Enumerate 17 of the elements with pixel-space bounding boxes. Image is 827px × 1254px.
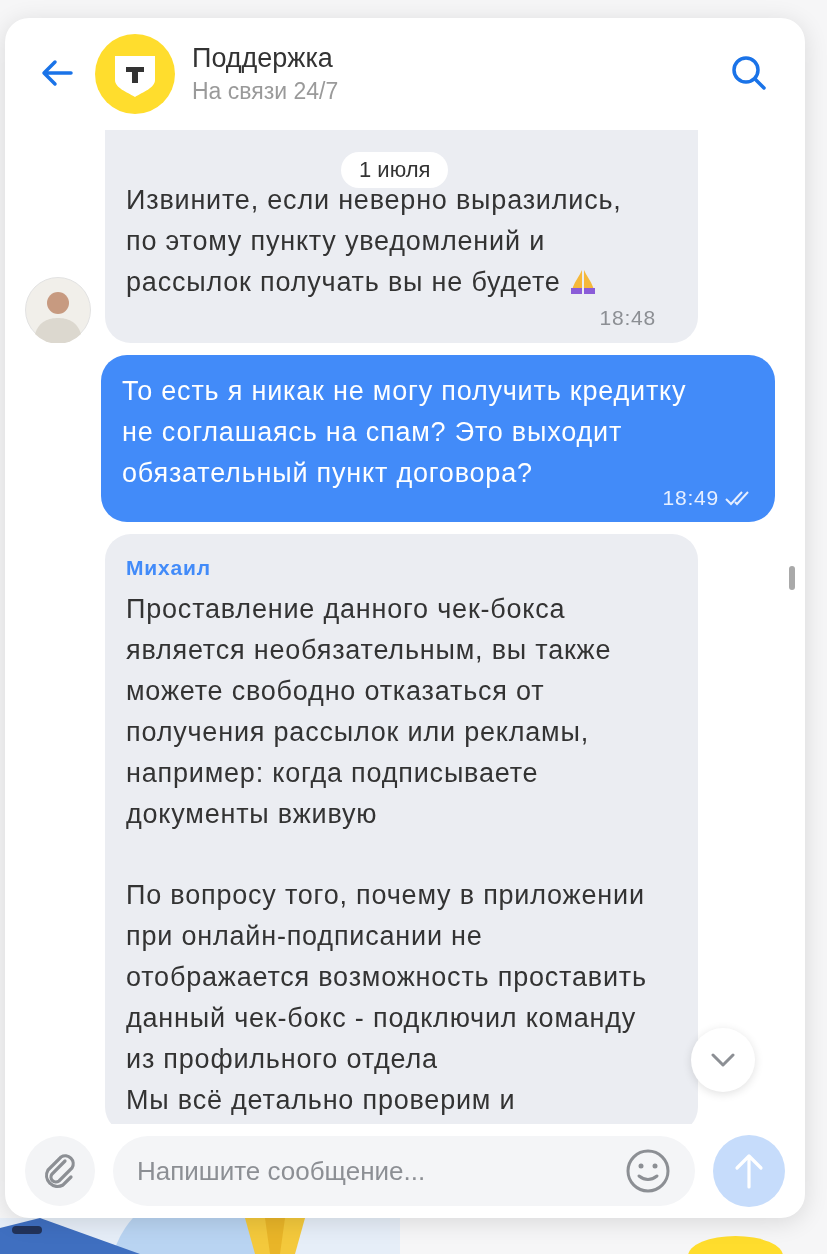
- sender-name: Михаил: [126, 555, 211, 581]
- date-label: 1 июля: [341, 152, 449, 188]
- chat-status: На связи 24/7: [192, 77, 340, 106]
- up-arrow-icon: [734, 1153, 764, 1189]
- search-icon: [731, 54, 767, 91]
- back-arrow-icon: [41, 58, 73, 87]
- message-input[interactable]: Напишите сообщение...: [137, 1141, 625, 1201]
- smiley-icon[interactable]: [625, 1148, 671, 1194]
- chat-title: Поддержка: [192, 42, 334, 75]
- message-time: 18:48: [598, 305, 656, 331]
- message-text: Проставление данного чек-бокса является необязательным, вы также можете свободно отказаться от получения рассылок или рекламы, например: когда подписываете документы вживую: [126, 593, 613, 831]
- scrollbar-thumb[interactable]: [789, 566, 795, 590]
- message-field[interactable]: Напишите сообщение...: [113, 1136, 695, 1206]
- chevron-down-icon: [711, 1053, 735, 1067]
- shield-logo-icon: [95, 34, 175, 114]
- message-text: По вопросу того, почему в приложении при онлайн-подписании не отображается возможность проставить данный чек-бокс - подключил команду из профильного отдела Мы всё детально проверим и: [126, 879, 648, 1117]
- scroll-down-button[interactable]: [691, 1028, 755, 1092]
